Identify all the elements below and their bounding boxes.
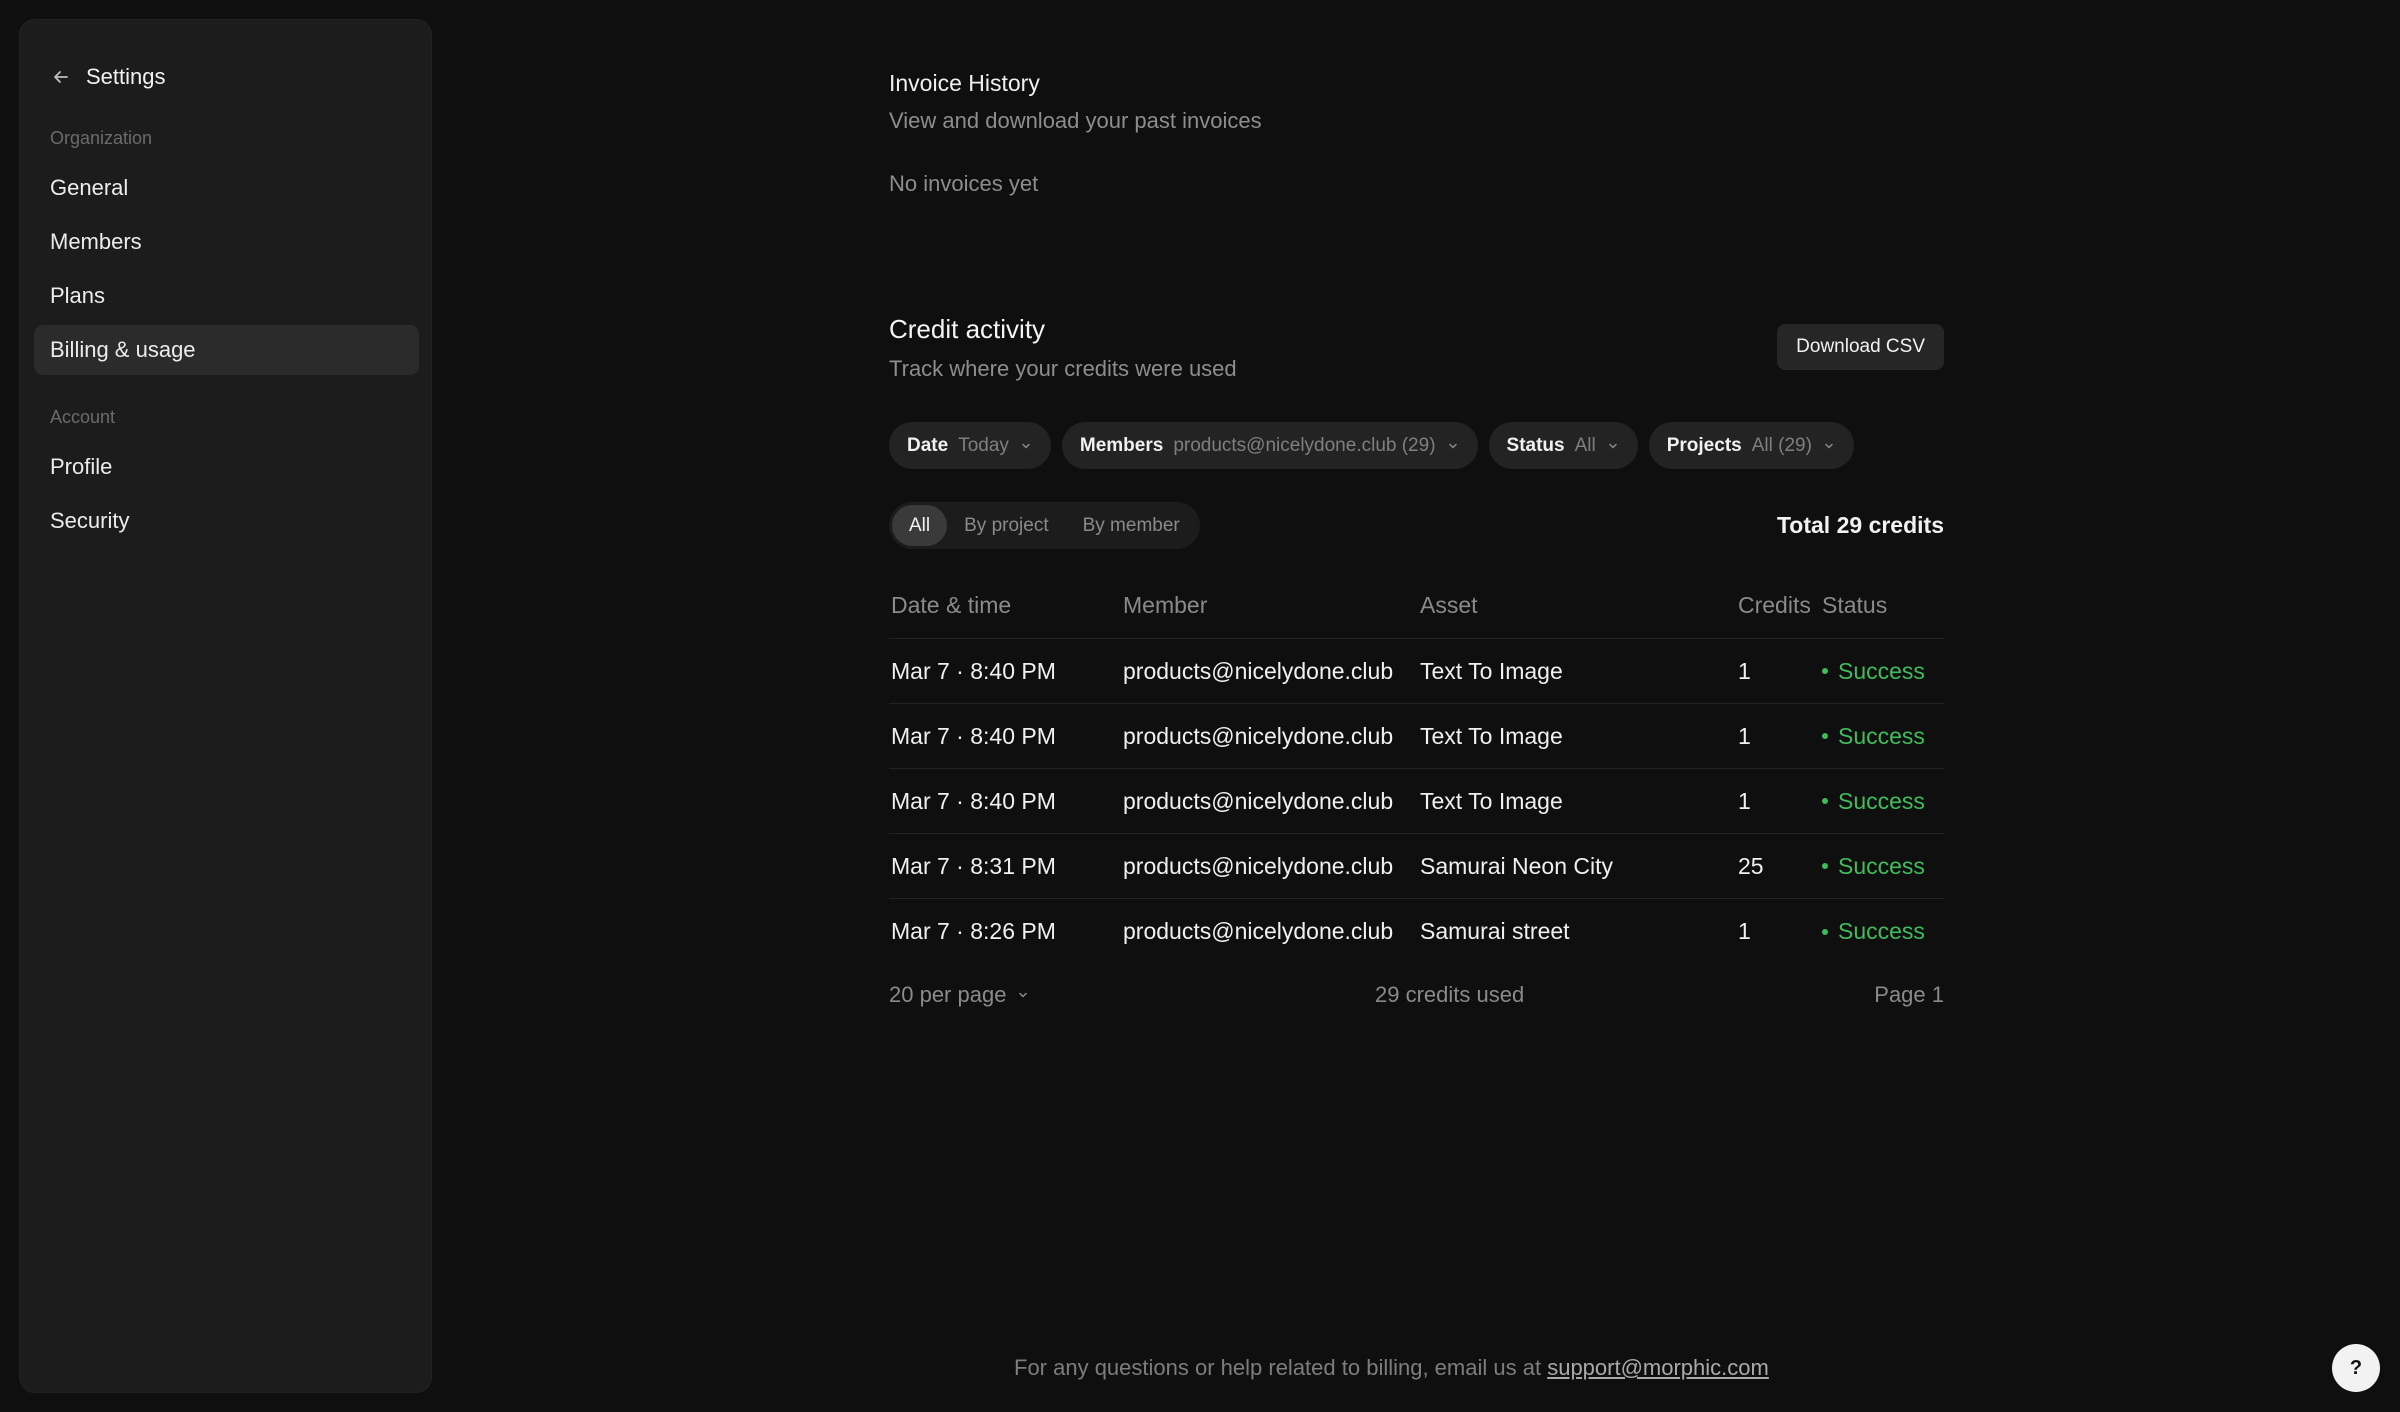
- download-csv-button[interactable]: Download CSV: [1777, 324, 1944, 370]
- invoice-empty-state: No invoices yet: [889, 171, 1039, 196]
- credit-activity-subtitle: Track where your credits were used: [889, 356, 1237, 381]
- cell-asset: Text To Image: [1420, 722, 1563, 749]
- cell-datetime: Mar 7 · 8:40 PM: [891, 787, 1056, 814]
- cell-asset: Text To Image: [1420, 657, 1563, 684]
- sidebar-item-plans[interactable]: Plans: [34, 271, 419, 321]
- sidebar-item-security[interactable]: Security: [34, 496, 419, 546]
- cell-status: Success: [1820, 853, 1944, 880]
- filter-value: All (29): [1751, 434, 1812, 456]
- help-button[interactable]: ?: [2332, 1344, 2380, 1392]
- table-header: Date & time Member Asset Credits Status: [889, 572, 1944, 639]
- chevron-down-icon: [1019, 439, 1033, 453]
- cell-asset: Text To Image: [1420, 787, 1563, 814]
- column-header[interactable]: Date & time: [889, 592, 1121, 619]
- per-page-select[interactable]: 20 per page: [889, 982, 1030, 1008]
- sidebar-item-members[interactable]: Members: [34, 217, 419, 267]
- table-row[interactable]: Mar 7 · 8:26 PM products@nicelydone.club…: [889, 899, 1944, 964]
- per-page-label: 20 per page: [889, 982, 1007, 1007]
- cell-member: products@nicelydone.club: [1123, 918, 1394, 944]
- column-header[interactable]: Status: [1820, 592, 1944, 619]
- chevron-down-icon: [1606, 439, 1620, 453]
- sidebar-item-billing-usage[interactable]: Billing & usage: [34, 325, 419, 375]
- status-text: Success: [1838, 787, 1925, 814]
- segment-by-member[interactable]: By member: [1066, 505, 1197, 546]
- sidebar-item-general[interactable]: General: [34, 163, 419, 213]
- status-dot-icon: [1822, 668, 1828, 674]
- status-text: Success: [1838, 722, 1925, 749]
- status-filter[interactable]: Status All: [1488, 422, 1638, 469]
- table-row[interactable]: Mar 7 · 8:40 PM products@nicelydone.club…: [889, 704, 1944, 769]
- invoice-history-title: Invoice History: [889, 70, 1040, 96]
- credit-activity-table: Date & time Member Asset Credits Status …: [889, 572, 1944, 964]
- status-dot-icon: [1822, 928, 1828, 935]
- invoice-history-subtitle: View and download your past invoices: [889, 108, 1262, 133]
- cell-status: Success: [1820, 788, 1944, 815]
- cell-member: products@nicelydone.club: [1123, 852, 1394, 879]
- filter-key: Members: [1079, 434, 1164, 456]
- cell-asset: Samurai Neon City: [1420, 852, 1614, 879]
- filter-key: Status: [1506, 434, 1565, 456]
- section-label-organization: Organization: [50, 128, 153, 148]
- status-text: Success: [1838, 918, 1925, 944]
- billing-help-text: For any questions or help related to bil…: [1014, 1355, 1542, 1380]
- status-text: Success: [1838, 852, 1925, 879]
- cell-asset: Samurai street: [1420, 918, 1570, 944]
- status-dot-icon: [1822, 863, 1828, 869]
- status-dot-icon: [1822, 798, 1828, 804]
- filter-bar: Date Today Members products@nicelydone.c…: [889, 422, 1854, 469]
- cell-status: Success: [1820, 723, 1944, 750]
- column-header[interactable]: Member: [1121, 592, 1418, 619]
- chevron-down-icon: [1446, 439, 1460, 453]
- column-header[interactable]: Credits: [1736, 592, 1820, 619]
- view-segmented-control: All By project By member: [889, 502, 1200, 549]
- cell-credits: 1: [1738, 918, 1751, 944]
- support-email-link[interactable]: support@morphic.com: [1547, 1355, 1769, 1380]
- filter-value: All: [1574, 434, 1596, 456]
- sidebar-item-profile[interactable]: Profile: [34, 442, 419, 492]
- sidebar-title: Settings: [86, 64, 166, 89]
- filter-key: Date: [907, 434, 949, 456]
- segment-by-project[interactable]: By project: [947, 505, 1065, 546]
- status-text: Success: [1838, 657, 1925, 684]
- chevron-down-icon: [1822, 439, 1836, 453]
- table-row[interactable]: Mar 7 · 8:40 PM products@nicelydone.club…: [889, 639, 1944, 704]
- page-indicator: Page 1: [1874, 982, 1944, 1007]
- segment-all[interactable]: All: [892, 505, 948, 546]
- table-row[interactable]: Mar 7 · 8:31 PM products@nicelydone.club…: [889, 834, 1944, 899]
- cell-member: products@nicelydone.club: [1123, 787, 1394, 814]
- projects-filter[interactable]: Projects All (29): [1648, 422, 1854, 469]
- filter-value: Today: [958, 434, 1009, 456]
- cell-status: Success: [1820, 658, 1944, 685]
- filter-key: Projects: [1666, 434, 1742, 456]
- back-arrow-icon[interactable]: [50, 66, 72, 88]
- cell-datetime: Mar 7 · 8:40 PM: [891, 657, 1056, 684]
- total-credits: Total 29 credits: [1776, 512, 1944, 538]
- cell-datetime: Mar 7 · 8:31 PM: [891, 852, 1056, 879]
- settings-sidebar: Settings Organization General Members Pl…: [19, 19, 432, 1393]
- cell-credits: 1: [1738, 722, 1751, 749]
- cell-credits: 25: [1738, 852, 1764, 879]
- billing-help-note: For any questions or help related to bil…: [1014, 1355, 1769, 1381]
- credit-activity-title: Credit activity: [889, 314, 1046, 344]
- filter-value: products@nicelydone.club (29): [1173, 434, 1436, 456]
- sidebar-header: Settings: [50, 64, 166, 90]
- date-filter[interactable]: Date Today: [889, 422, 1051, 469]
- cell-member: products@nicelydone.club: [1123, 722, 1394, 749]
- cell-datetime: Mar 7 · 8:40 PM: [891, 722, 1056, 749]
- cell-datetime: Mar 7 · 8:26 PM: [891, 918, 1056, 944]
- status-dot-icon: [1822, 733, 1828, 739]
- credits-used: 29 credits used: [1375, 982, 1525, 1007]
- cell-member: products@nicelydone.club: [1123, 657, 1394, 684]
- section-label-account: Account: [50, 407, 116, 427]
- cell-credits: 1: [1738, 787, 1751, 814]
- cell-status: Success: [1820, 918, 1944, 945]
- table-row[interactable]: Mar 7 · 8:40 PM products@nicelydone.club…: [889, 769, 1944, 834]
- column-header[interactable]: Asset: [1418, 592, 1736, 619]
- cell-credits: 1: [1738, 657, 1751, 684]
- chevron-down-icon: [1016, 988, 1030, 1002]
- members-filter[interactable]: Members products@nicelydone.club (29): [1061, 422, 1478, 469]
